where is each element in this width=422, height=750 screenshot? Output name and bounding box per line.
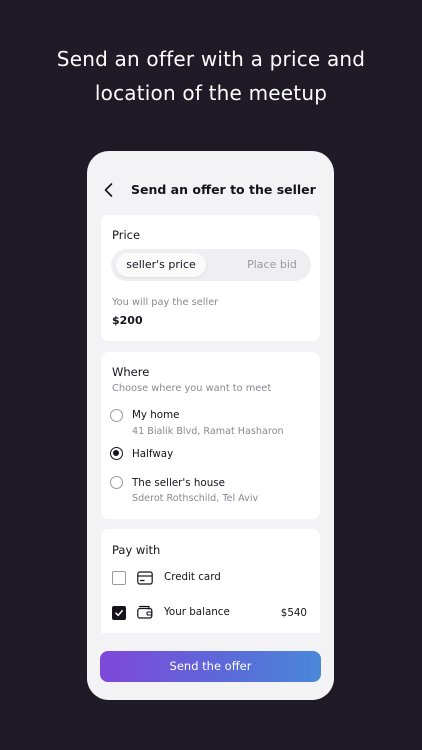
phone-screen: Send an offer to the seller Price seller…: [87, 151, 334, 700]
headline-line-2: location of the meetup: [94, 81, 328, 105]
page-title: Send an offer to the seller: [131, 182, 316, 197]
option-label: Halfway: [132, 448, 174, 460]
payment-label: Your balance: [164, 606, 230, 618]
option-address: Sderot Rothschild, Tel Aviv: [132, 493, 259, 504]
where-title: Where: [112, 365, 150, 379]
headline-line-1: Send an offer with a price and: [56, 47, 366, 71]
price-segmented-control: seller's price Place bid: [111, 249, 311, 281]
checkmark-icon: [115, 610, 123, 617]
option-address: 41 Bialik Blvd, Ramat Hasharon: [132, 426, 284, 437]
pay-seller-label: You will pay the seller: [112, 297, 219, 308]
wallet-icon: [137, 605, 153, 619]
tab-sellers-price[interactable]: seller's price: [116, 253, 206, 277]
top-bar: Send an offer to the seller: [87, 176, 334, 206]
payment-label: Credit card: [164, 571, 221, 583]
promo-headline: Send an offer with a price and location …: [0, 42, 422, 110]
option-label: The seller's house: [132, 477, 225, 489]
send-offer-button[interactable]: Send the offer: [100, 651, 321, 682]
back-arrow-icon[interactable]: [101, 182, 117, 198]
checkbox-credit-card[interactable]: [112, 571, 126, 585]
radio-my-home[interactable]: [110, 409, 123, 422]
pay-with-title: Pay with: [112, 543, 161, 557]
balance-amount: $540: [280, 607, 307, 619]
price-value: $200: [112, 314, 143, 327]
price-title: Price: [112, 228, 141, 242]
where-subtitle: Choose where you want to meet: [112, 383, 272, 394]
checkbox-balance[interactable]: [112, 606, 126, 620]
where-card: Where Choose where you want to meet My h…: [101, 352, 320, 519]
option-label: My home: [132, 409, 180, 421]
radio-halfway[interactable]: [110, 447, 123, 460]
tab-place-bid[interactable]: Place bid: [229, 253, 315, 277]
credit-card-icon: [137, 571, 153, 585]
radio-sellers-house[interactable]: [110, 476, 123, 489]
price-card: Price seller's price Place bid You will …: [101, 215, 320, 341]
